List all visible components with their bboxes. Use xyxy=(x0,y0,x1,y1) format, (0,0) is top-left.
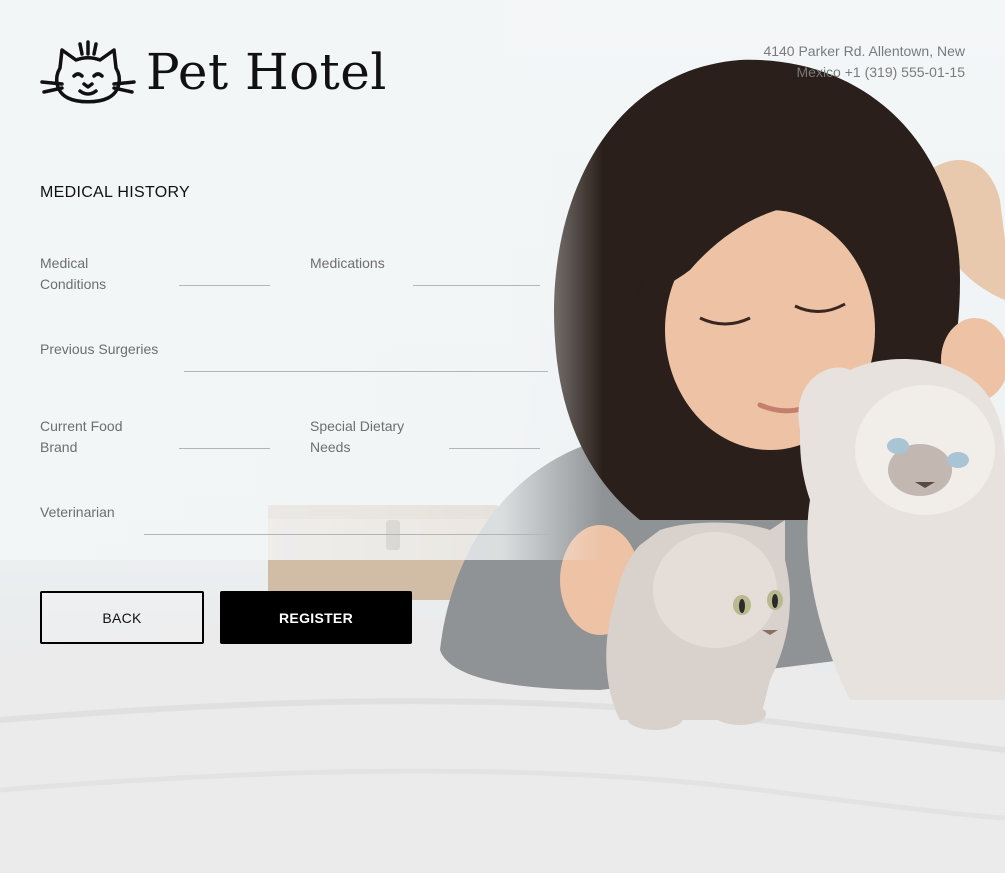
hero-photo xyxy=(0,0,1005,873)
previous-surgeries-input[interactable] xyxy=(184,371,548,372)
section-title: MEDICAL HISTORY xyxy=(40,184,191,201)
brand-logo[interactable]: Pet Hotel xyxy=(40,38,387,106)
veterinarian-label: Veterinarian xyxy=(40,504,115,520)
medications-label: Medications xyxy=(310,255,385,271)
current-food-brand-input[interactable] xyxy=(179,448,270,449)
back-button-label: BACK xyxy=(102,609,142,626)
cat-face-icon xyxy=(40,40,136,104)
brand-name: Pet Hotel xyxy=(146,43,387,101)
medical-conditions-input[interactable] xyxy=(179,285,270,286)
medications-input[interactable] xyxy=(413,285,540,286)
special-dietary-needs-label: Special Dietary Needs xyxy=(310,418,405,455)
back-button[interactable]: BACK xyxy=(40,591,204,644)
medical-conditions-label: Medical Conditions xyxy=(40,255,107,292)
veterinarian-input[interactable] xyxy=(144,534,548,535)
previous-surgeries-label: Previous Surgeries xyxy=(40,341,159,357)
register-button[interactable]: REGISTER xyxy=(220,591,412,644)
register-button-label: REGISTER xyxy=(279,609,353,626)
special-dietary-needs-input[interactable] xyxy=(449,448,540,449)
hotel-address: 4140 Parker Rd. Allentown, New Mexico +1… xyxy=(763,43,965,80)
current-food-brand-label: Current Food Brand xyxy=(40,418,123,455)
